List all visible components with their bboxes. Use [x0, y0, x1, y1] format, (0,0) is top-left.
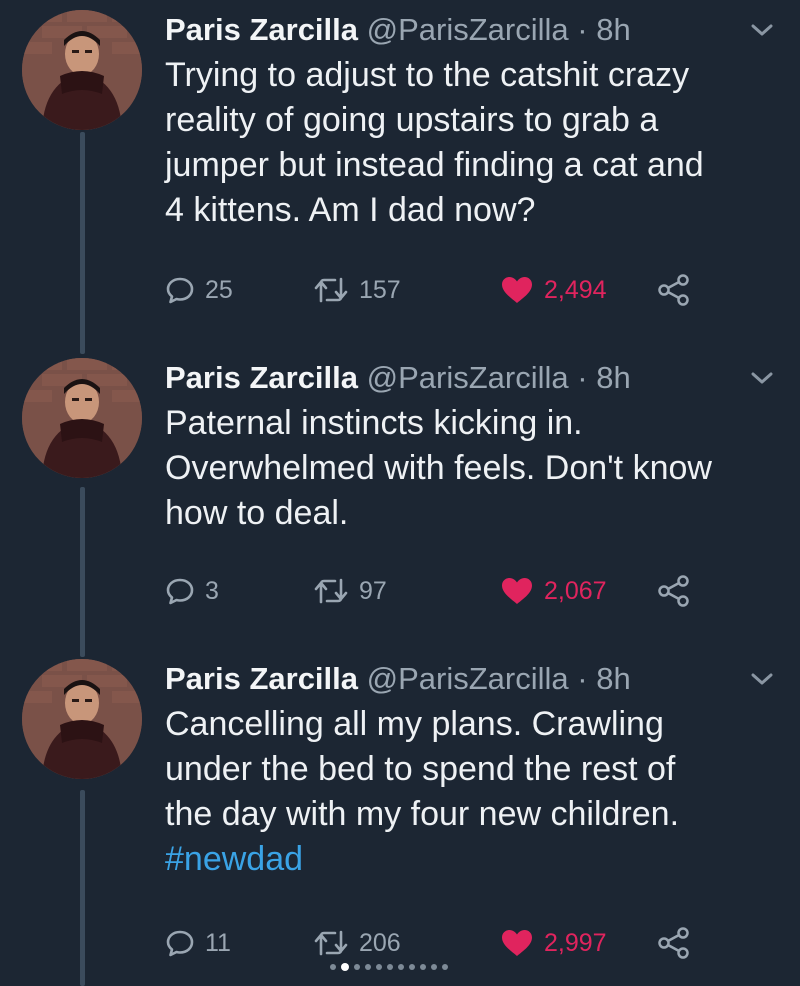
like-button[interactable]: 2,494	[500, 270, 607, 310]
separator: ·	[577, 661, 588, 696]
pager-dot[interactable]	[376, 964, 382, 970]
tweet-text-line: Overwhelmed with feels. Don't know	[165, 449, 712, 487]
reply-button[interactable]: 3	[165, 571, 219, 611]
avatar-image	[22, 358, 142, 478]
user-handle[interactable]: @ParisZarcilla	[367, 661, 569, 696]
retweet-button[interactable]: 206	[313, 923, 401, 963]
user-handle[interactable]: @ParisZarcilla	[367, 12, 569, 47]
tweet[interactable]: Paris Zarcilla @ParisZarcilla · 8h Cance…	[0, 659, 800, 979]
tweet-text-line: how to deal.	[165, 494, 349, 532]
share-icon[interactable]	[657, 274, 691, 306]
tweet-text-line: Paternal instincts kicking in.	[165, 404, 583, 442]
tweet-text-line: under the bed to spend the rest of	[165, 750, 676, 788]
user-handle[interactable]: @ParisZarcilla	[367, 360, 569, 395]
avatar-image	[22, 659, 142, 779]
like-count: 2,067	[544, 576, 607, 605]
display-name[interactable]: Paris Zarcilla	[165, 12, 358, 47]
tweet-text: Trying to adjust to the catshit crazy re…	[165, 53, 765, 233]
tweet-header: Paris Zarcilla @ParisZarcilla · 8h	[165, 10, 775, 50]
like-count: 2,997	[544, 928, 607, 957]
pager-dot[interactable]	[330, 964, 336, 970]
retweet-icon	[314, 277, 348, 303]
tweet-text-line: 4 kittens. Am I dad now?	[165, 191, 536, 229]
reply-count: 11	[205, 928, 231, 957]
retweet-count: 157	[359, 275, 401, 304]
tweet-thread: Paris Zarcilla @ParisZarcilla · 8h Tryin…	[0, 0, 800, 986]
tweet-text: Cancelling all my plans. Crawling under …	[165, 702, 765, 882]
reply-button[interactable]: 25	[165, 270, 233, 310]
pager-dot-active[interactable]	[341, 963, 349, 971]
heart-icon	[502, 578, 532, 604]
heart-icon	[502, 930, 532, 956]
share-icon[interactable]	[657, 575, 691, 607]
avatar-image	[22, 10, 142, 130]
pager-dot[interactable]	[398, 964, 404, 970]
separator: ·	[577, 360, 588, 395]
pager-dot[interactable]	[365, 964, 371, 970]
timestamp[interactable]: 8h	[596, 360, 630, 395]
hashtag-link[interactable]: #newdad	[165, 837, 765, 882]
tweet-text-line: jumper but instead finding a cat and	[165, 146, 704, 184]
chevron-down-icon[interactable]	[749, 20, 775, 40]
tweet-header: Paris Zarcilla @ParisZarcilla · 8h	[165, 358, 775, 398]
tweet-text: Paternal instincts kicking in. Overwhelm…	[165, 401, 765, 536]
tweet-actions: 25 157 2,494	[165, 270, 775, 310]
separator: ·	[577, 12, 588, 47]
heart-icon	[502, 277, 532, 303]
reply-count: 3	[205, 576, 219, 605]
tweet-actions: 3 97 2,067	[165, 571, 775, 611]
like-button[interactable]: 2,067	[500, 571, 607, 611]
tweet[interactable]: Paris Zarcilla @ParisZarcilla · 8h Pater…	[0, 358, 800, 658]
pager-dot[interactable]	[420, 964, 426, 970]
chevron-down-icon[interactable]	[749, 368, 775, 388]
tweet-text-line: Cancelling all my plans. Crawling	[165, 705, 664, 743]
reply-icon	[166, 277, 194, 304]
retweet-icon	[314, 930, 348, 956]
display-name[interactable]: Paris Zarcilla	[165, 661, 358, 696]
reply-count: 25	[205, 275, 233, 304]
reply-icon	[166, 578, 194, 605]
tweet-text-line: reality of going upstairs to grab a	[165, 101, 659, 139]
reply-button[interactable]: 11	[165, 923, 231, 963]
tweet-text-line: the day with my four new children.	[165, 795, 680, 833]
pager-dot[interactable]	[409, 964, 415, 970]
like-count: 2,494	[544, 275, 607, 304]
avatar[interactable]	[22, 659, 142, 779]
pager-dot[interactable]	[387, 964, 393, 970]
retweet-button[interactable]: 97	[313, 571, 387, 611]
share-icon[interactable]	[657, 927, 691, 959]
tweet[interactable]: Paris Zarcilla @ParisZarcilla · 8h Tryin…	[0, 10, 800, 340]
retweet-button[interactable]: 157	[313, 270, 401, 310]
avatar[interactable]	[22, 358, 142, 478]
retweet-icon	[314, 578, 348, 604]
timestamp[interactable]: 8h	[596, 12, 630, 47]
retweet-count: 206	[359, 928, 401, 957]
pager-dots[interactable]	[330, 963, 448, 971]
reply-icon	[166, 930, 194, 957]
pager-dot[interactable]	[354, 964, 360, 970]
like-button[interactable]: 2,997	[500, 923, 607, 963]
timestamp[interactable]: 8h	[596, 661, 630, 696]
tweet-text-line: Trying to adjust to the catshit crazy	[165, 56, 690, 94]
display-name[interactable]: Paris Zarcilla	[165, 360, 358, 395]
pager-dot[interactable]	[442, 964, 448, 970]
retweet-count: 97	[359, 576, 387, 605]
avatar[interactable]	[22, 10, 142, 130]
tweet-header: Paris Zarcilla @ParisZarcilla · 8h	[165, 659, 775, 699]
chevron-down-icon[interactable]	[749, 669, 775, 689]
pager-dot[interactable]	[431, 964, 437, 970]
tweet-actions: 11 206 2,997	[165, 923, 775, 963]
